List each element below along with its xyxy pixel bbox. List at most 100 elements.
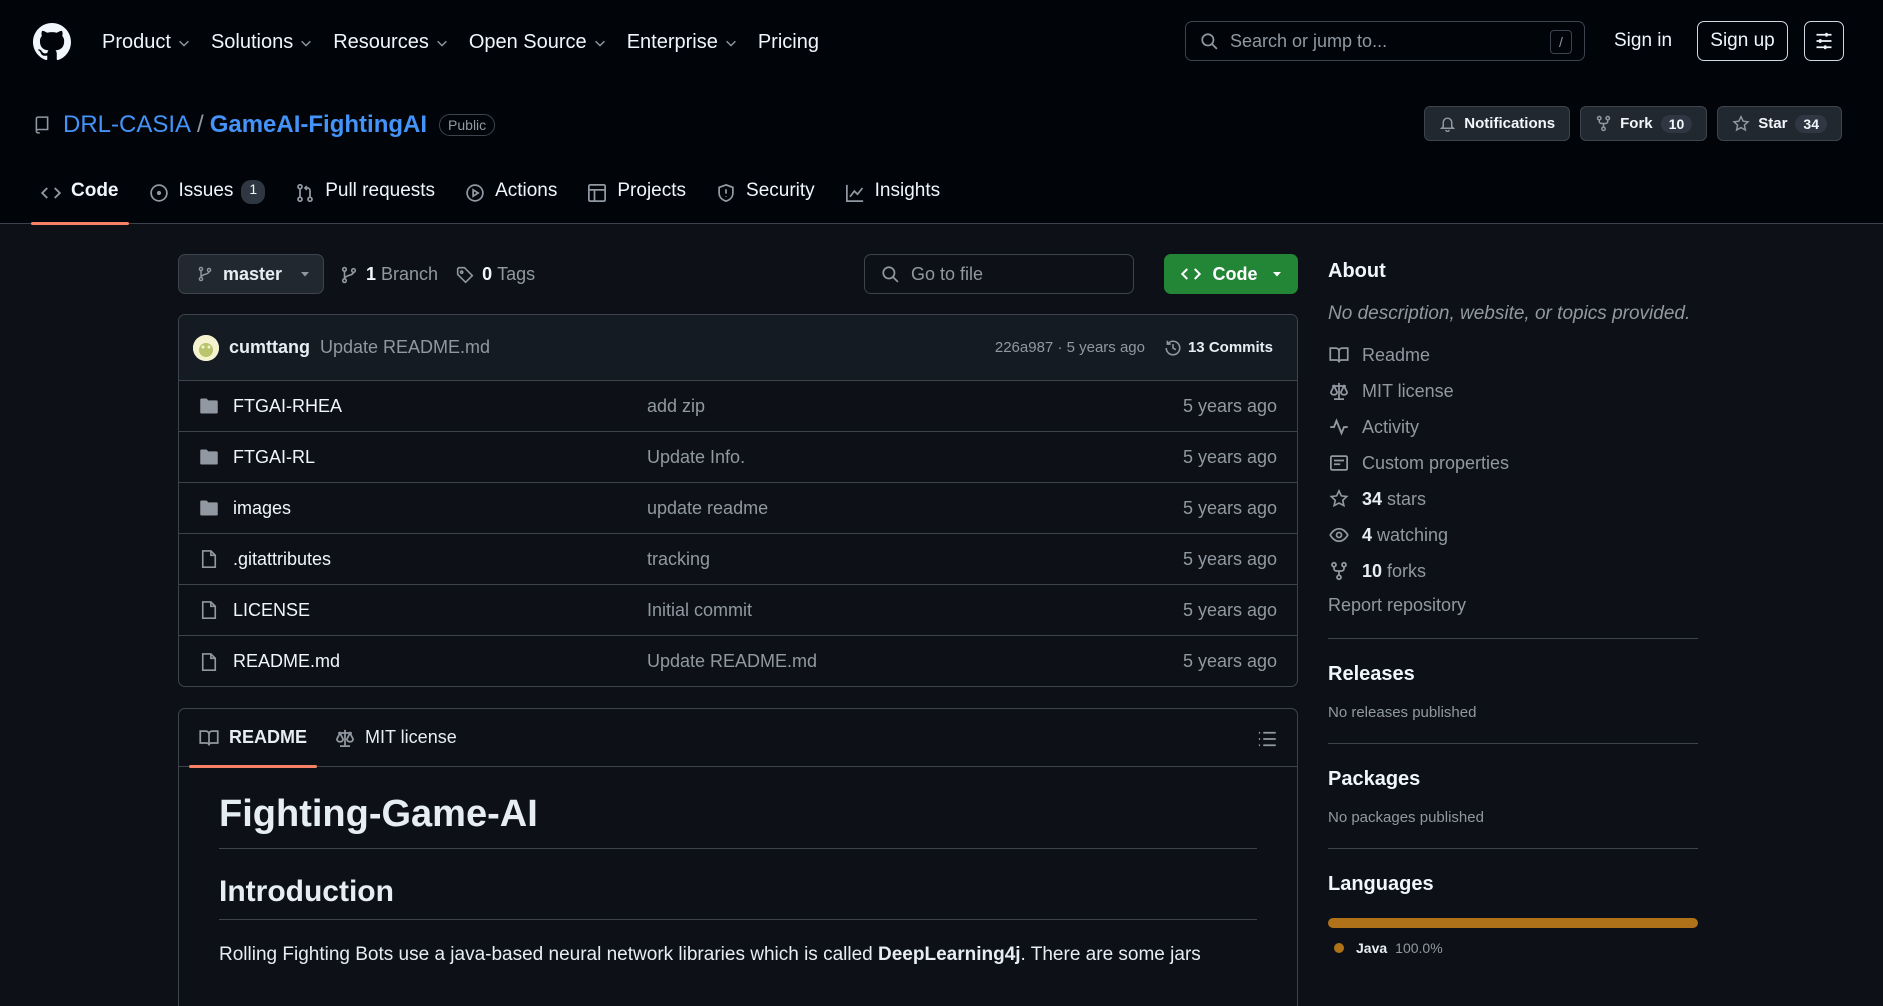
sign-in-link[interactable]: Sign in (1614, 30, 1672, 52)
watchers-link[interactable]: 4 watching (1328, 517, 1698, 553)
tab-pull-requests[interactable]: Pull requests (285, 180, 445, 224)
tab-code[interactable]: Code (31, 180, 129, 225)
tab-pull-requests-label: Pull requests (325, 180, 436, 201)
languages-heading: Languages (1328, 873, 1434, 895)
branch-count: 1 (366, 264, 377, 284)
readme-text: Rolling Fighting Bots use a java-based n… (219, 944, 878, 965)
settings-menu-button[interactable] (1804, 21, 1844, 61)
custom-properties-link[interactable]: Custom properties (1328, 445, 1698, 481)
tags-link[interactable]: 0 Tags (456, 264, 535, 285)
global-search-input[interactable]: Search or jump to... / (1185, 21, 1585, 61)
repo-owner-link[interactable]: DRL-CASIA (63, 111, 191, 139)
notifications-label: Notifications (1464, 115, 1556, 132)
stars-link[interactable]: 34 stars (1328, 481, 1698, 517)
file-commit-message[interactable]: tracking (647, 549, 710, 570)
readme-link[interactable]: Readme (1328, 337, 1698, 373)
file-row[interactable]: .gitattributes tracking 5 years ago (179, 534, 1297, 585)
tab-security[interactable]: Security (706, 180, 825, 224)
book-icon (199, 729, 219, 746)
star-label: Star (1758, 115, 1788, 132)
file-name[interactable]: README.md (233, 651, 647, 672)
file-row[interactable]: FTGAI-RL Update Info. 5 years ago (179, 432, 1297, 483)
language-percent: 100.0% (1395, 940, 1443, 956)
file-row[interactable]: FTGAI-RHEA add zip 5 years ago (179, 381, 1297, 432)
star-button[interactable]: Star 34 (1717, 106, 1842, 141)
file-commit-message[interactable]: update readme (647, 498, 768, 519)
nav-solutions[interactable]: Solutions (211, 31, 313, 54)
language-item[interactable]: Java 100.0% (1328, 940, 1698, 956)
fork-icon (1331, 561, 1347, 581)
file-row[interactable]: images update readme 5 years ago (179, 483, 1297, 534)
avatar[interactable] (193, 334, 219, 361)
tab-issues[interactable]: Issues 1 (139, 180, 276, 224)
tab-projects-label: Projects (617, 180, 687, 201)
caret-down-icon (301, 272, 310, 277)
file-commit-date: 5 years ago (1182, 599, 1277, 620)
stars-count: 34 (1362, 488, 1383, 509)
forks-link[interactable]: 10 forks (1328, 553, 1698, 589)
activity-link[interactable]: Activity (1328, 409, 1698, 445)
nav-resources[interactable]: Resources (333, 31, 449, 54)
file-name[interactable]: LICENSE (233, 600, 647, 621)
file-name[interactable]: .gitattributes (233, 549, 647, 570)
tab-insights[interactable]: Insights (835, 180, 950, 224)
github-logo-icon[interactable] (33, 23, 71, 61)
tab-projects[interactable]: Projects (577, 180, 696, 224)
file-commit-message[interactable]: Initial commit (647, 600, 752, 621)
file-row[interactable]: LICENSE Initial commit 5 years ago (179, 585, 1297, 636)
caret-down-icon (1272, 272, 1281, 277)
license-link[interactable]: MIT license (1328, 373, 1698, 409)
code-dropdown-button[interactable]: Code (1164, 254, 1298, 294)
tab-readme[interactable]: README (188, 709, 318, 768)
readme-bold-text: DeepLearning4j (878, 944, 1021, 965)
commit-author[interactable]: cumttang (229, 337, 310, 358)
language-bar (1328, 918, 1698, 928)
file-name[interactable]: FTGAI-RHEA (233, 396, 647, 417)
forks-label: forks (1387, 560, 1427, 581)
search-icon (882, 266, 899, 283)
branch-select-button[interactable]: master (178, 254, 324, 294)
file-row[interactable]: README.md Update README.md 5 years ago (179, 636, 1297, 686)
search-icon (1201, 33, 1218, 50)
folder-icon (200, 398, 218, 414)
report-repository-link[interactable]: Report repository (1328, 595, 1698, 616)
commit-message[interactable]: Update README.md (320, 337, 490, 358)
file-commit-message[interactable]: Update README.md (647, 651, 817, 672)
releases-heading[interactable]: Releases (1328, 663, 1698, 686)
notifications-button[interactable]: Notifications (1424, 106, 1571, 141)
sign-up-button[interactable]: Sign up (1697, 21, 1788, 61)
repo-title: DRL-CASIA / GameAI-FightingAI Public (33, 111, 496, 139)
readme-panel: README MIT license Fighting-Game-AI Intr… (178, 708, 1298, 1006)
search-shortcut-key: / (1550, 30, 1572, 54)
branches-link[interactable]: 1 Branch (340, 264, 438, 285)
about-sidebar: About No description, website, or topics… (1328, 260, 1698, 956)
file-commit-date: 5 years ago (1182, 395, 1277, 416)
nav-pricing[interactable]: Pricing (758, 31, 819, 54)
shield-icon (718, 183, 734, 203)
tab-actions[interactable]: Actions (455, 180, 567, 224)
fork-count: 10 (1660, 114, 1693, 133)
repo-name-link[interactable]: GameAI-FightingAI (210, 111, 427, 139)
tab-readme-label: README (229, 727, 308, 747)
nav-open-source[interactable]: Open Source (469, 31, 607, 54)
file-commit-message[interactable]: add zip (647, 396, 705, 417)
file-commit-message[interactable]: Update Info. (647, 447, 745, 468)
commit-hash-time[interactable]: 226a987 · 5 years ago (995, 339, 1145, 356)
law-icon (336, 729, 355, 747)
readme-paragraph: Rolling Fighting Bots use a java-based n… (219, 920, 1257, 970)
fork-button[interactable]: Fork 10 (1580, 106, 1708, 141)
file-name[interactable]: FTGAI-RL (233, 447, 647, 468)
file-name[interactable]: images (233, 498, 647, 519)
nav-enterprise[interactable]: Enterprise (627, 31, 738, 54)
packages-heading[interactable]: Packages (1328, 768, 1698, 791)
tab-security-label: Security (746, 180, 815, 201)
packages-empty-text: No packages published (1328, 809, 1484, 826)
code-icon (41, 187, 61, 199)
nav-product[interactable]: Product (102, 31, 191, 54)
repo-icon (35, 116, 49, 134)
list-unordered-icon[interactable] (1257, 729, 1277, 749)
go-to-file-input[interactable]: Go to file (864, 254, 1134, 294)
tab-license[interactable]: MIT license (335, 709, 457, 767)
commits-link[interactable]: 13 Commits (1164, 339, 1273, 357)
nav-solutions-label: Solutions (210, 31, 294, 53)
